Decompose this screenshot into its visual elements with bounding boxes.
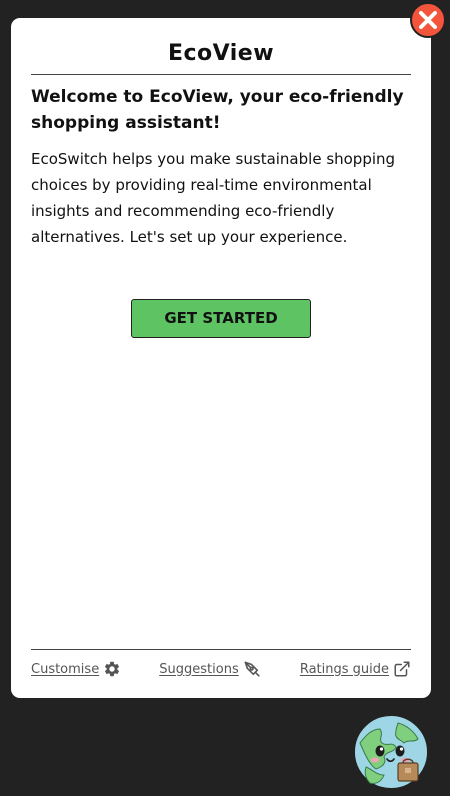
- footer-bar: Customise Suggestions Ratings guide: [31, 658, 411, 680]
- customise-link[interactable]: Customise: [31, 660, 121, 678]
- customise-label: Customise: [31, 661, 100, 677]
- app-stage: EcoView Welcome to EcoView, your eco-fri…: [0, 0, 450, 796]
- close-icon: [410, 2, 446, 38]
- intro-text: EcoSwitch helps you make sustainable sho…: [31, 150, 396, 246]
- ratings-guide-label: Ratings guide: [299, 661, 389, 677]
- suggestions-link[interactable]: Suggestions: [159, 660, 261, 679]
- header-divider: [31, 74, 411, 75]
- brand-title: EcoView: [167, 41, 275, 66]
- earth-mascot-icon: [353, 714, 429, 790]
- ratings-guide-link[interactable]: Ratings guide: [300, 660, 411, 678]
- welcome-heading: Welcome to EcoView, your eco-friendly sh…: [31, 87, 404, 133]
- close-button[interactable]: [410, 2, 446, 38]
- suggestions-label: Suggestions: [159, 661, 239, 677]
- footer-divider: [31, 649, 411, 650]
- pen-nib-icon: [243, 660, 262, 679]
- external-link-icon: [393, 660, 411, 678]
- get-started-button[interactable]: GET STARTED: [131, 299, 311, 338]
- onboarding-panel: EcoView Welcome to EcoView, your eco-fri…: [11, 18, 431, 698]
- earth-mascot-button[interactable]: [352, 713, 430, 791]
- gear-icon: [103, 660, 121, 678]
